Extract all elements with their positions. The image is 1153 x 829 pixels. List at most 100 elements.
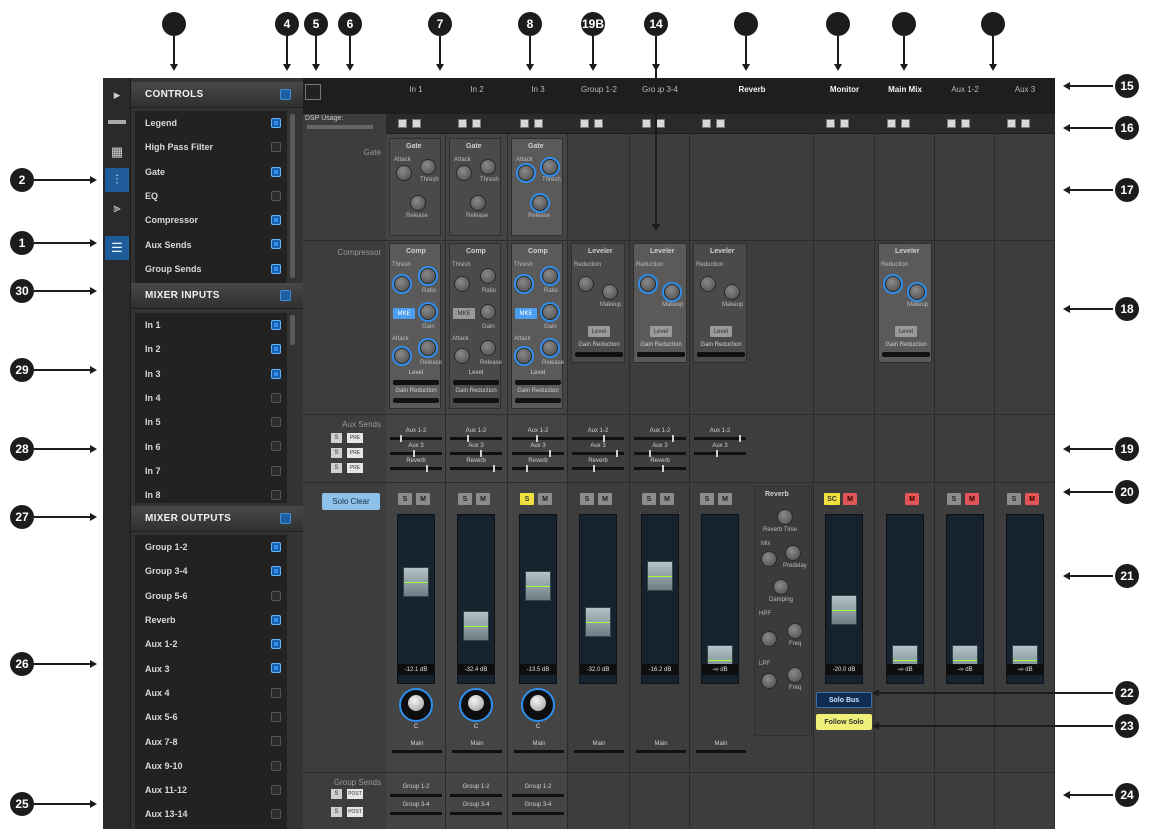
solo-button[interactable]: S: [520, 493, 534, 505]
attack-knob[interactable]: [518, 165, 534, 181]
channel-fader[interactable]: [641, 514, 679, 684]
reverb-mix-knob[interactable]: [761, 551, 777, 567]
outputs-checkbox[interactable]: [271, 760, 281, 771]
controls-header[interactable]: CONTROLS: [131, 82, 303, 108]
leveler-makeup-knob[interactable]: [602, 284, 618, 300]
threshold-knob[interactable]: [420, 159, 436, 175]
outputs-item[interactable]: Aux 4: [135, 681, 287, 705]
group-solo-button[interactable]: S: [331, 807, 342, 817]
inputs-checkbox[interactable]: [271, 490, 281, 501]
comp-thresh-knob[interactable]: [516, 276, 532, 292]
channel-settings-icon[interactable]: [887, 119, 896, 128]
main-send-slider[interactable]: [452, 750, 502, 753]
comp-release-knob[interactable]: [542, 340, 558, 356]
mixer-inputs-toggle[interactable]: [280, 290, 291, 301]
mixer-inputs-header[interactable]: MIXER INPUTS: [131, 283, 303, 309]
attack-knob[interactable]: [396, 165, 412, 181]
channel-fader[interactable]: [946, 514, 984, 684]
leveler-plugin[interactable]: Leveler Reduction Makeup Level Gain Reductio…: [693, 243, 747, 363]
outputs-item[interactable]: Group 1-2: [135, 535, 287, 559]
group-send-slider[interactable]: [390, 812, 442, 815]
mixer-faders-icon[interactable]: ⫶: [105, 168, 129, 192]
threshold-knob[interactable]: [480, 159, 496, 175]
group-solo-button[interactable]: S: [331, 789, 342, 799]
channel-fader[interactable]: [397, 514, 435, 684]
reverb-damping-knob[interactable]: [773, 579, 789, 595]
fader-cap[interactable]: [463, 611, 489, 641]
controls-item[interactable]: Aux Sends: [135, 232, 287, 256]
window-icon[interactable]: [305, 84, 321, 100]
controls-checkbox[interactable]: [271, 142, 281, 153]
send-slider[interactable]: [634, 467, 686, 470]
pan-knob[interactable]: [521, 688, 555, 722]
group-send-slider[interactable]: [512, 812, 564, 815]
inputs-checkbox[interactable]: [271, 344, 281, 355]
send-slider[interactable]: [694, 452, 746, 455]
channel-fader[interactable]: [457, 514, 495, 684]
inputs-checkbox[interactable]: [271, 320, 281, 330]
fader-cap[interactable]: [403, 567, 429, 597]
outputs-item[interactable]: Reverb: [135, 608, 287, 632]
send-slider-thumb[interactable]: [672, 435, 674, 442]
send-slider[interactable]: [390, 452, 442, 455]
outputs-checkbox[interactable]: [271, 736, 281, 747]
reverb-freq1-knob[interactable]: [787, 623, 803, 639]
send-slider-thumb[interactable]: [549, 450, 551, 457]
controls-checkbox[interactable]: [271, 190, 281, 201]
inputs-checkbox[interactable]: [271, 392, 281, 403]
send-prepost-button[interactable]: PRE: [347, 448, 363, 458]
channel-settings-icon[interactable]: [826, 119, 835, 128]
controls-item[interactable]: Compressor: [135, 208, 287, 232]
mixer-outputs-header[interactable]: MIXER OUTPUTS: [131, 506, 303, 532]
send-slider[interactable]: [450, 437, 502, 440]
outputs-item[interactable]: Aux 1-2: [135, 632, 287, 656]
controls-checkbox[interactable]: [271, 166, 281, 177]
reverb-freq2-knob[interactable]: [787, 667, 803, 683]
outputs-item[interactable]: Aux 13-14: [135, 802, 287, 826]
comp-gain-knob[interactable]: [480, 304, 496, 320]
inputs-item[interactable]: In 6: [135, 434, 287, 458]
controls-toggle[interactable]: [280, 89, 291, 100]
comp-mode-button[interactable]: MKE: [453, 308, 475, 319]
routing-icon[interactable]: ⫸: [105, 196, 129, 220]
send-solo-button[interactable]: S: [331, 448, 342, 458]
channel-fader[interactable]: [886, 514, 924, 684]
comp-gain-knob[interactable]: [542, 304, 558, 320]
leveler-plugin[interactable]: Leveler Reduction Makeup Level Gain Reductio…: [571, 243, 625, 363]
outputs-checkbox[interactable]: [271, 663, 281, 674]
leveler-makeup-knob[interactable]: [724, 284, 740, 300]
pan-knob[interactable]: [399, 688, 433, 722]
send-slider-thumb[interactable]: [616, 450, 618, 457]
solo-button[interactable]: S: [458, 493, 472, 505]
comp-mode-button[interactable]: MKE: [515, 308, 537, 319]
comp-gain-knob[interactable]: [420, 304, 436, 320]
outputs-checkbox[interactable]: [271, 712, 281, 723]
mute-button[interactable]: M: [1025, 493, 1039, 505]
channel-fader[interactable]: [701, 514, 739, 684]
reverb-lpf-knob[interactable]: [761, 673, 777, 689]
controls-item[interactable]: Gate: [135, 160, 287, 184]
controls-scrollbar[interactable]: [290, 114, 295, 278]
controls-checkbox[interactable]: [271, 118, 281, 128]
send-slider[interactable]: [634, 452, 686, 455]
inputs-scrollbar[interactable]: [290, 315, 295, 345]
release-knob[interactable]: [410, 195, 426, 211]
send-slider[interactable]: [572, 467, 624, 470]
send-solo-button[interactable]: S: [331, 433, 342, 443]
channel-settings-icon[interactable]: [642, 119, 651, 128]
outputs-checkbox[interactable]: [271, 687, 281, 698]
channel-lock-icon[interactable]: [716, 119, 725, 128]
compressor-plugin[interactable]: Comp Thresh Ratio MKE Gain Attack Release Level…: [389, 243, 442, 409]
inputs-checkbox[interactable]: [271, 417, 281, 428]
send-slider-thumb[interactable]: [413, 450, 415, 457]
channel-settings-icon[interactable]: [1007, 119, 1016, 128]
send-slider-thumb[interactable]: [716, 450, 718, 457]
comp-ratio-knob[interactable]: [420, 268, 436, 284]
gate-plugin[interactable]: Gate Attack Thresh Release: [449, 138, 501, 236]
channel-fader[interactable]: [519, 514, 557, 684]
outputs-item[interactable]: Aux 5-6: [135, 705, 287, 729]
channel-lock-icon[interactable]: [472, 119, 481, 128]
solo-clear-button[interactable]: Solo Clear: [322, 493, 380, 510]
reverb-time-knob[interactable]: [777, 509, 793, 525]
send-slider[interactable]: [512, 437, 564, 440]
